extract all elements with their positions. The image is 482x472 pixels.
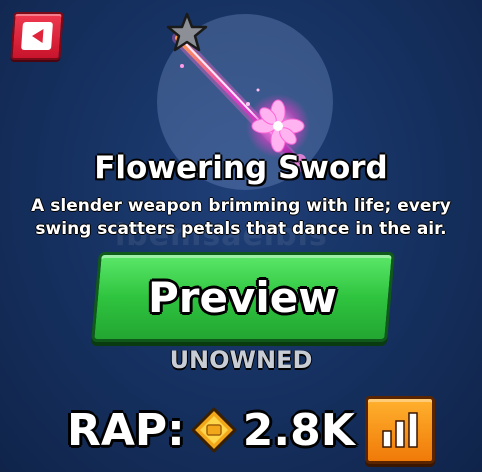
rap-chart-button[interactable] — [364, 396, 435, 464]
ownership-status: UNOWNED — [169, 346, 313, 374]
back-button[interactable] — [10, 12, 64, 60]
rap-row: RAP: 2.8K — [67, 395, 435, 465]
preview-button-label: Preview — [148, 272, 338, 322]
preview-button[interactable]: Preview — [91, 252, 395, 342]
bar-chart-icon — [382, 412, 418, 448]
back-arrow-icon — [21, 22, 53, 50]
item-title: Flowering Sword — [94, 150, 388, 186]
diamond-coin-icon — [191, 407, 237, 453]
rap-label: RAP: — [67, 404, 185, 456]
item-description: A slender weapon brimming with life; eve… — [31, 196, 451, 239]
rap-value: 2.8K — [242, 404, 355, 456]
star-icon — [166, 12, 208, 52]
